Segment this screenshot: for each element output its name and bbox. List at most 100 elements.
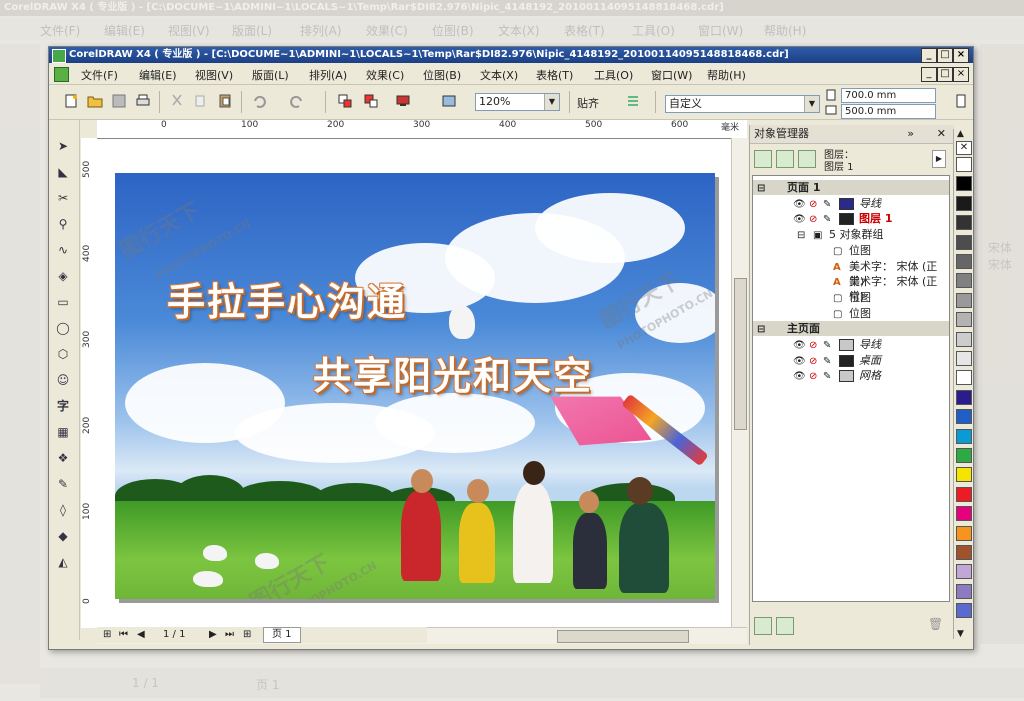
add-page-icon[interactable]: ⊞: [103, 629, 111, 640]
save-icon[interactable]: [111, 93, 127, 109]
table-tool-icon[interactable]: ▦: [55, 424, 71, 440]
layer-color-swatch[interactable]: [839, 339, 854, 351]
color-swatch[interactable]: [956, 234, 972, 250]
editable-pencil-icon[interactable]: ✎: [823, 369, 831, 384]
add-page-after-icon[interactable]: ⊞: [243, 629, 251, 640]
object-tree-row[interactable]: 👁 ⊘ ✎ 网格: [753, 368, 949, 383]
freehand-tool-icon[interactable]: ∿: [55, 242, 71, 258]
chevron-down-icon[interactable]: ▼: [804, 96, 819, 112]
menu-bitmaps[interactable]: 位图(B): [423, 67, 461, 83]
printable-toggle-icon[interactable]: ⊘: [809, 212, 817, 227]
docker-menu-icon[interactable]: ▶: [932, 150, 946, 168]
new-document-icon[interactable]: [63, 93, 79, 109]
crop-tool-icon[interactable]: ✂: [55, 190, 71, 206]
menu-effects[interactable]: 效果(C): [366, 67, 404, 83]
zoom-level-select[interactable]: 120% ▼: [475, 93, 560, 111]
color-swatch[interactable]: [956, 273, 972, 289]
color-swatch[interactable]: [956, 176, 972, 192]
menu-file[interactable]: 文件(F): [81, 67, 118, 83]
object-tree-row[interactable]: ▢ 位图: [753, 306, 949, 321]
shape-tool-icon[interactable]: ◣: [55, 164, 71, 180]
vertical-ruler[interactable]: 500 400 300 200 100 0: [81, 138, 98, 628]
text-tool-icon[interactable]: 字: [55, 398, 71, 414]
zoom-tool-icon[interactable]: ⚲: [55, 216, 71, 232]
chevron-down-icon[interactable]: ▼: [544, 94, 559, 110]
editable-pencil-icon[interactable]: ✎: [823, 338, 831, 353]
welcome-screen-icon[interactable]: [441, 93, 457, 109]
undo-icon[interactable]: [251, 93, 267, 109]
color-swatch[interactable]: [956, 351, 972, 366]
polygon-tool-icon[interactable]: ⬡: [55, 346, 71, 362]
printable-toggle-icon[interactable]: ⊘: [809, 354, 817, 369]
object-tree-row[interactable]: A 美术字： 宋体 (正常): [753, 274, 949, 303]
first-page-icon[interactable]: ⏮: [119, 629, 128, 640]
vertical-scrollbar[interactable]: [731, 138, 748, 628]
object-tree-row[interactable]: 👁 ⊘ ✎ 导线: [753, 196, 949, 211]
rectangle-tool-icon[interactable]: ▭: [55, 294, 71, 310]
new-master-layer-icon[interactable]: [776, 617, 794, 635]
menu-help[interactable]: 帮助(H): [707, 67, 746, 83]
poster-headline-2[interactable]: 共享阳光和天空: [313, 345, 593, 400]
color-swatch[interactable]: [956, 603, 972, 619]
color-swatch[interactable]: [956, 195, 972, 211]
color-swatch[interactable]: [956, 409, 972, 425]
outline-tool-icon[interactable]: ◊: [55, 502, 71, 518]
object-tree-row[interactable]: A 美术字： 宋体 (正常): [753, 259, 949, 288]
editable-pencil-icon[interactable]: ✎: [823, 354, 831, 369]
basic-shapes-tool-icon[interactable]: ☺: [55, 372, 71, 388]
doc-restore-button[interactable]: □: [937, 67, 953, 82]
layer-color-swatch[interactable]: [839, 213, 854, 226]
menu-layout[interactable]: 版面(L): [252, 67, 289, 83]
color-swatch[interactable]: [956, 254, 972, 269]
palette-scroll-up-icon[interactable]: ▲: [957, 129, 964, 139]
horizontal-scroll-thumb[interactable]: [557, 630, 689, 643]
layer-color-swatch[interactable]: [839, 197, 854, 210]
show-properties-icon[interactable]: [754, 150, 772, 168]
editable-pencil-icon[interactable]: ✎: [823, 197, 831, 212]
visibility-eye-icon[interactable]: 👁: [793, 212, 806, 227]
application-launcher-icon[interactable]: [395, 93, 411, 109]
delete-icon[interactable]: 🗑: [928, 617, 943, 631]
collapse-icon[interactable]: ⊟: [757, 322, 765, 337]
visibility-eye-icon[interactable]: 👁: [793, 354, 806, 369]
fill-tool-icon[interactable]: ◆: [55, 528, 71, 544]
expand-docker-icon[interactable]: »: [907, 125, 914, 143]
poster-artwork[interactable]: 手拉手心沟通 共享阳光和天空 图行天下 PHOTOPHOTO.CN 图行天下 P…: [115, 173, 715, 599]
printable-toggle-icon[interactable]: ⊘: [809, 369, 817, 384]
menu-arrange[interactable]: 排列(A): [309, 67, 347, 83]
object-tree-row[interactable]: ▢ 位图: [753, 290, 949, 305]
drawing-canvas[interactable]: 手拉手心沟通 共享阳光和天空 图行天下 PHOTOPHOTO.CN 图行天下 P…: [97, 139, 737, 627]
menu-window[interactable]: 窗口(W): [651, 67, 692, 83]
smart-fill-tool-icon[interactable]: ◈: [55, 268, 71, 284]
color-swatch[interactable]: [956, 370, 972, 386]
paste-icon[interactable]: [217, 93, 233, 109]
collapse-icon[interactable]: ⊟: [797, 228, 805, 243]
edit-across-layers-icon[interactable]: [776, 150, 794, 168]
export-icon[interactable]: [363, 93, 379, 109]
object-tree-row[interactable]: 👁 ⊘ ✎ 导线: [753, 337, 949, 352]
doc-close-button[interactable]: ×: [953, 67, 969, 82]
object-tree-row[interactable]: ⊟ ▣ 5 对象群组: [753, 227, 949, 242]
previous-page-icon[interactable]: ◀: [137, 629, 145, 640]
vertical-scroll-thumb[interactable]: [734, 278, 747, 430]
portrait-icon[interactable]: [953, 93, 969, 109]
object-tree-row[interactable]: ⊟ 页面 1: [753, 180, 949, 195]
no-fill-swatch[interactable]: ✕: [956, 141, 972, 155]
collapse-icon[interactable]: ⊟: [757, 181, 765, 196]
menu-edit[interactable]: 编辑(E): [139, 67, 177, 83]
color-swatch[interactable]: [956, 564, 972, 580]
color-swatch[interactable]: [956, 486, 972, 502]
color-swatch[interactable]: [956, 215, 972, 231]
copy-icon[interactable]: [193, 93, 209, 109]
page-size-select[interactable]: 自定义 ▼: [665, 95, 820, 113]
snap-to-dropdown[interactable]: 贴齐: [577, 95, 599, 111]
cut-icon[interactable]: [169, 93, 185, 109]
page-height-input[interactable]: 500.0 mm: [841, 104, 936, 119]
object-tree-row[interactable]: 👁 ⊘ ✎ 图层 1: [753, 211, 949, 226]
color-swatch[interactable]: [956, 428, 972, 444]
color-swatch[interactable]: [956, 467, 972, 483]
restore-button[interactable]: □: [937, 48, 953, 63]
page-tab[interactable]: 页 1: [263, 627, 301, 643]
layer-manager-view-icon[interactable]: [798, 150, 816, 168]
ellipse-tool-icon[interactable]: ◯: [55, 320, 71, 336]
